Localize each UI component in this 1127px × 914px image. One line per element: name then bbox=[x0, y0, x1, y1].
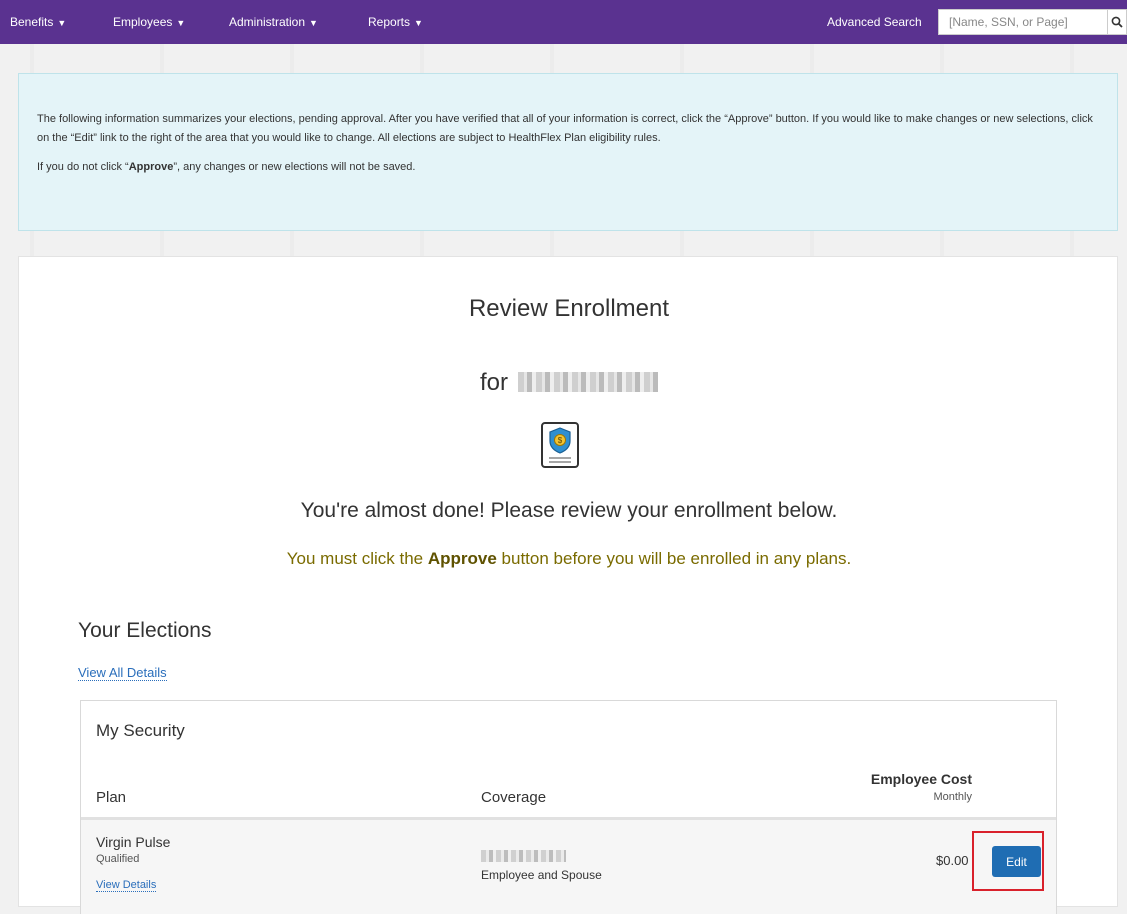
coverage-type: Employee and Spouse bbox=[481, 868, 602, 882]
approve-reminder-bold: Approve bbox=[427, 549, 497, 568]
plan-status: Qualified bbox=[96, 853, 140, 865]
top-navbar: Benefits ▼ Employees ▼ Administration ▼ Rep… bbox=[0, 0, 1127, 44]
table-row: Virgin Pulse Qualified View Details Empl… bbox=[81, 817, 1056, 914]
search-input[interactable] bbox=[938, 9, 1108, 35]
nav-reports[interactable]: Reports ▼ bbox=[368, 0, 423, 44]
caret-down-icon: ▼ bbox=[309, 18, 318, 28]
employee-name-line: for bbox=[19, 369, 1119, 397]
instructions-box: The following information summarizes you… bbox=[18, 73, 1118, 231]
view-details-link[interactable]: View Details bbox=[96, 879, 157, 892]
svg-text:$: $ bbox=[558, 436, 563, 445]
almost-done-message: You're almost done! Please review your e… bbox=[300, 499, 838, 522]
advanced-search-link[interactable]: Advanced Search bbox=[827, 0, 922, 44]
approve-reminder: You must click the Approve button before… bbox=[19, 549, 1119, 569]
redacted-coverage-name bbox=[481, 850, 566, 862]
nav-reports-label: Reports bbox=[368, 15, 411, 29]
nav-administration-label: Administration bbox=[229, 15, 306, 29]
column-header-coverage: Coverage bbox=[481, 789, 547, 806]
search-button[interactable] bbox=[1108, 9, 1127, 35]
nav-administration[interactable]: Administration ▼ bbox=[229, 0, 318, 44]
review-card: Review Enrollment for $ You're almost do… bbox=[18, 256, 1119, 914]
redacted-employee-name bbox=[518, 372, 658, 392]
search-icon bbox=[1111, 16, 1123, 28]
panel-title: My Security bbox=[96, 721, 185, 740]
enrollment-document-icon: $ bbox=[541, 422, 579, 468]
approve-warning: If you do not click “Approve”, any chang… bbox=[37, 158, 1099, 177]
elections-heading: Your Elections bbox=[78, 619, 212, 642]
caret-down-icon: ▼ bbox=[176, 18, 186, 28]
instructions-paragraph: The following information summarizes you… bbox=[37, 113, 1093, 144]
my-security-panel: My Security Plan Coverage Employee Cost … bbox=[80, 700, 1057, 914]
edit-button[interactable]: Edit bbox=[992, 846, 1041, 877]
approve-warning-bold: Approve bbox=[128, 161, 174, 173]
plan-name: Virgin Pulse bbox=[96, 834, 171, 850]
nav-benefits[interactable]: Benefits ▼ bbox=[10, 0, 66, 44]
page-title: Review Enrollment bbox=[468, 295, 670, 322]
approve-reminder-suffix: button before you will be enrolled in an… bbox=[496, 549, 852, 568]
nav-employees-label: Employees bbox=[113, 15, 173, 29]
column-header-employee-cost: Employee Cost bbox=[870, 771, 972, 787]
employee-cost-value: $0.00 bbox=[936, 853, 969, 868]
nav-employees[interactable]: Employees ▼ bbox=[113, 0, 185, 44]
approve-warning-prefix: If you do not click “ bbox=[37, 161, 129, 173]
nav-benefits-label: Benefits bbox=[10, 15, 54, 29]
for-label: for bbox=[479, 369, 508, 396]
column-header-plan: Plan bbox=[96, 789, 127, 806]
caret-down-icon: ▼ bbox=[57, 18, 67, 28]
view-all-details-link[interactable]: View All Details bbox=[78, 665, 167, 681]
approve-reminder-prefix: You must click the bbox=[286, 549, 428, 568]
approve-warning-suffix: ”, any changes or new elections will not… bbox=[173, 161, 416, 173]
caret-down-icon: ▼ bbox=[414, 18, 423, 28]
column-header-monthly: Monthly bbox=[933, 791, 972, 803]
